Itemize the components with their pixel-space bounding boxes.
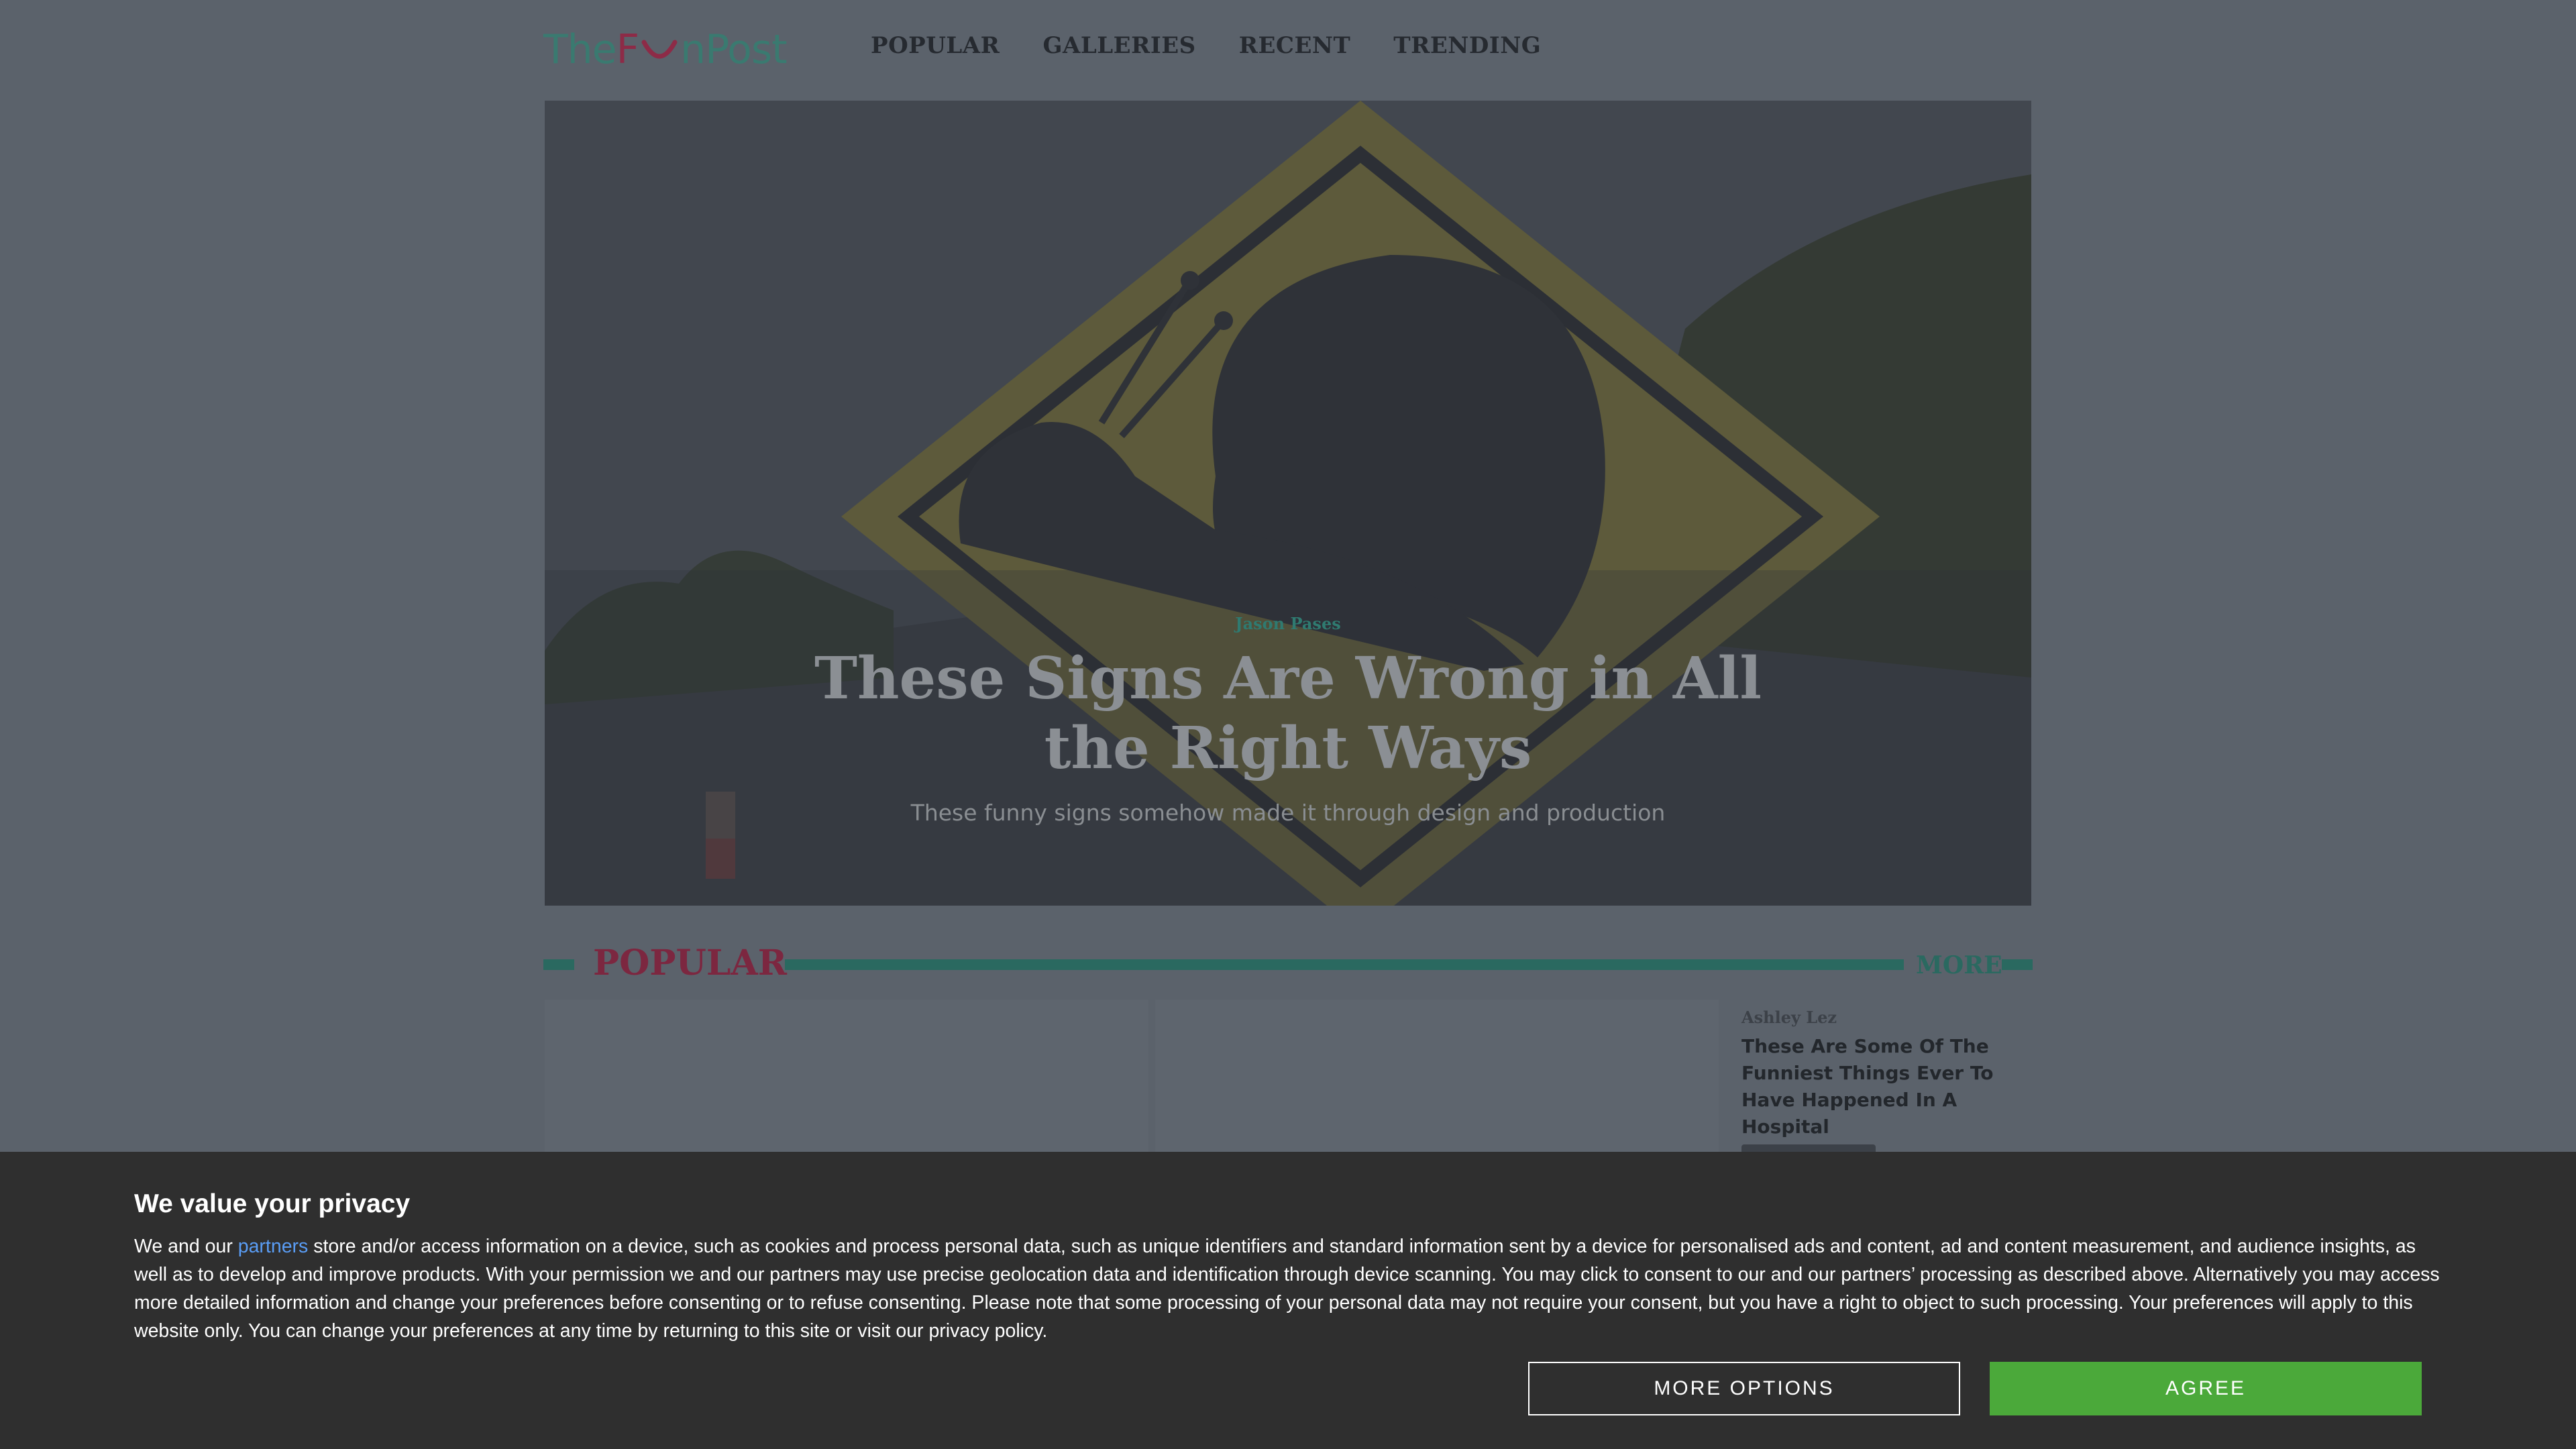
popular-card-image[interactable] bbox=[545, 1000, 1148, 1154]
hero-author[interactable]: Jason Pases bbox=[545, 614, 2031, 633]
logo-text-prefix: The bbox=[543, 26, 617, 73]
logo-text-suffix: nPost bbox=[680, 26, 788, 73]
snail-crossing-sign-image bbox=[545, 101, 2031, 906]
section-divider-middle bbox=[785, 959, 1904, 970]
popular-more-link[interactable]: MORE bbox=[1916, 951, 2002, 979]
nav-recent[interactable]: RECENT bbox=[1239, 32, 1351, 59]
partners-link[interactable]: partners bbox=[238, 1236, 309, 1257]
logo-smile-icon bbox=[641, 40, 678, 59]
section-divider-right bbox=[2002, 959, 2033, 970]
agree-button[interactable]: AGREE bbox=[1990, 1362, 2422, 1415]
consent-text-before: We and our bbox=[134, 1236, 238, 1257]
hero-subtitle: These funny signs somehow made it throug… bbox=[910, 800, 1666, 826]
section-divider-left bbox=[543, 959, 574, 970]
side-item-title[interactable]: These Are Some Of The Funniest Things Ev… bbox=[1741, 1033, 2037, 1140]
logo-text-f: F bbox=[616, 26, 640, 73]
side-item-author[interactable]: Ashley Lez bbox=[1741, 1008, 1837, 1027]
nav-popular[interactable]: POPULAR bbox=[871, 32, 1000, 59]
page: TheF nPost POPULAR GALLERIES RECENT TREND… bbox=[0, 0, 2576, 1449]
nav-trending[interactable]: TRENDING bbox=[1393, 32, 1541, 59]
popular-heading: POPULAR bbox=[593, 943, 787, 983]
popular-card-image-2[interactable] bbox=[1155, 1000, 1719, 1154]
consent-text-after: store and/or access information on a dev… bbox=[134, 1236, 2440, 1342]
privacy-consent-banner: We value your privacy We and our partner… bbox=[0, 1152, 2576, 1449]
main-nav: POPULAR GALLERIES RECENT TRENDING bbox=[871, 32, 1541, 59]
consent-text: We and our partners store and/or access … bbox=[134, 1232, 2442, 1345]
site-logo[interactable]: TheF nPost bbox=[543, 25, 788, 74]
more-options-button[interactable]: MORE OPTIONS bbox=[1528, 1362, 1960, 1415]
hero-title[interactable]: These Signs Are Wrong in All the Right W… bbox=[780, 644, 1796, 784]
consent-heading: We value your privacy bbox=[134, 1189, 411, 1218]
hero-article[interactable]: Jason Pases These Signs Are Wrong in All… bbox=[545, 101, 2031, 906]
nav-galleries[interactable]: GALLERIES bbox=[1042, 32, 1195, 59]
